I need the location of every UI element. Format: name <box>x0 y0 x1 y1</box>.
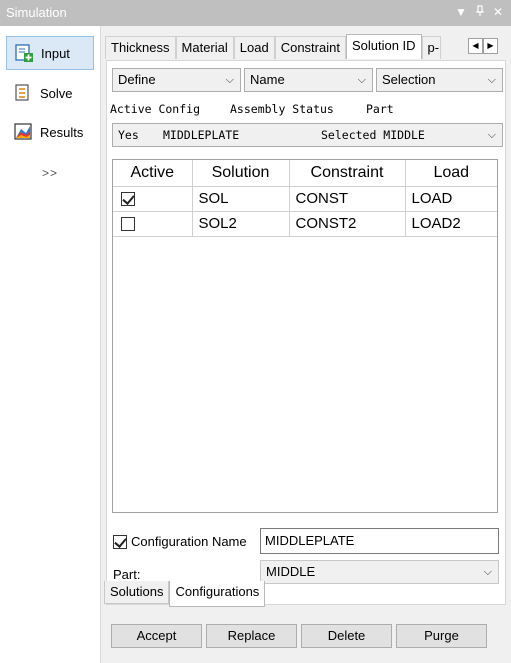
chevron-down-icon: ⌵ <box>487 128 496 141</box>
part-dropdown-value: MIDDLE <box>266 564 316 579</box>
assembly-status-header: Assembly Status <box>230 102 334 116</box>
config-active-value: Yes <box>118 128 139 142</box>
tab-configurations[interactable]: Configurations <box>169 581 266 607</box>
chevron-down-icon: ⌵ <box>357 74 366 86</box>
tab-constraint[interactable]: Constraint <box>274 36 346 59</box>
active-cell <box>113 186 193 212</box>
define-dropdown-value: Define <box>118 72 156 87</box>
tab-solution-id[interactable]: Solution ID <box>345 34 422 59</box>
pin-icon[interactable] <box>475 5 485 20</box>
solve-icon <box>12 82 34 104</box>
results-icon <box>12 121 34 143</box>
chevron-down-icon: ⌵ <box>483 566 492 578</box>
sidebar-item-input[interactable]: Input <box>6 36 94 70</box>
tab-load[interactable]: Load <box>233 36 275 59</box>
column-header-constraint[interactable]: Constraint <box>289 160 406 187</box>
replace-button[interactable]: Replace <box>206 624 297 648</box>
solution-cell: SOL <box>192 186 290 212</box>
column-header-load[interactable]: Load <box>405 160 497 187</box>
window-titlebar: Simulation ▼ ✕ <box>0 0 511 26</box>
tab-scroll-controls: ◀ ▶ <box>468 38 498 54</box>
define-dropdown[interactable]: Define ⌵ <box>112 68 241 92</box>
table-row[interactable]: SOL2 CONST2 LOAD2 <box>113 211 497 237</box>
grid-header-row: Active Solution Constraint Load <box>113 160 497 187</box>
selection-dropdown-value: Selection <box>382 72 436 87</box>
configuration-name-toggle[interactable]: Configuration Name <box>113 534 247 549</box>
sidebar-item-label: Input <box>41 45 70 61</box>
solution-grid[interactable]: Active Solution Constraint Load SOL CONS… <box>112 159 498 513</box>
sidebar: Input Solve Results >> <box>0 26 101 663</box>
window-title: Simulation <box>6 5 67 20</box>
sidebar-item-results[interactable]: Results <box>6 115 94 149</box>
purge-button[interactable]: Purge <box>396 624 487 648</box>
accept-button[interactable]: Accept <box>111 624 202 648</box>
part-dropdown[interactable]: MIDDLE ⌵ <box>260 560 499 584</box>
part-header: Part <box>366 102 394 116</box>
tab-solutions[interactable]: Solutions <box>104 581 170 604</box>
column-header-solution[interactable]: Solution <box>192 160 290 187</box>
tab-material[interactable]: Material <box>175 36 234 59</box>
configuration-name-label: Configuration Name <box>131 534 247 549</box>
expand-sidebar-button[interactable]: >> <box>42 166 58 180</box>
chevron-down-icon: ⌵ <box>487 74 496 86</box>
constraint-cell: CONST <box>289 186 406 212</box>
main-panel: Thickness Material Load Constraint Solut… <box>102 26 511 663</box>
constraint-cell: CONST2 <box>289 211 406 237</box>
config-status-value: Selected MIDDLE <box>321 128 425 142</box>
tab-strip: Thickness Material Load Constraint Solut… <box>105 34 442 59</box>
configuration-name-checkbox[interactable] <box>113 534 127 549</box>
sidebar-item-label: Solve <box>40 85 73 101</box>
selection-dropdown[interactable]: Selection ⌵ <box>376 68 503 92</box>
delete-button[interactable]: Delete <box>301 624 392 648</box>
tab-thickness[interactable]: Thickness <box>105 36 176 59</box>
load-cell: LOAD2 <box>405 211 497 237</box>
column-header-active[interactable]: Active <box>113 160 193 187</box>
dropdown-menu-icon[interactable]: ▼ <box>455 5 467 19</box>
part-label: Part: <box>113 567 141 582</box>
load-cell: LOAD <box>405 186 497 212</box>
chevron-down-icon: ⌵ <box>225 74 234 86</box>
solution-cell: SOL2 <box>192 211 290 237</box>
tab-scroll-right-icon[interactable]: ▶ <box>483 38 498 54</box>
active-checkbox[interactable] <box>121 192 135 207</box>
solution-id-panel: Define ⌵ Name ⌵ Selection ⌵ Active Confi… <box>106 60 506 605</box>
active-config-header: Active Config <box>110 102 201 116</box>
active-cell <box>113 211 193 237</box>
input-icon <box>13 42 35 64</box>
active-config-dropdown[interactable]: Yes MIDDLEPLATE Selected MIDDLE ⌵ <box>112 123 503 147</box>
sidebar-item-label: Results <box>40 124 84 140</box>
name-dropdown[interactable]: Name ⌵ <box>244 68 373 92</box>
active-checkbox[interactable] <box>121 217 135 232</box>
config-name-value: MIDDLEPLATE <box>163 128 240 142</box>
table-row[interactable]: SOL CONST LOAD <box>113 186 497 212</box>
tab-scroll-left-icon[interactable]: ◀ <box>468 38 483 54</box>
tab-p[interactable]: p- <box>421 36 442 59</box>
close-icon[interactable]: ✕ <box>493 5 503 19</box>
bottom-tab-strip: Solutions Configurations <box>104 581 266 607</box>
sidebar-item-solve[interactable]: Solve <box>6 76 94 110</box>
configuration-name-input[interactable]: MIDDLEPLATE <box>260 528 499 554</box>
name-dropdown-value: Name <box>250 72 285 87</box>
